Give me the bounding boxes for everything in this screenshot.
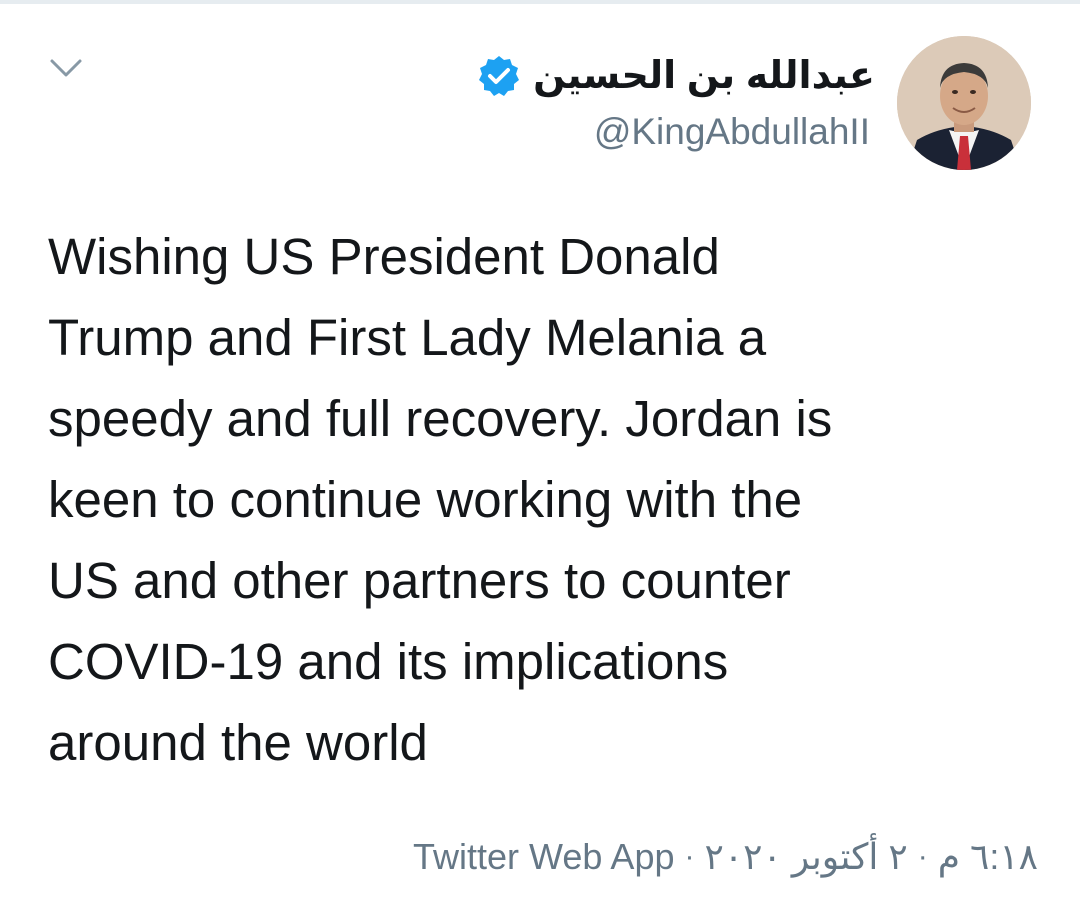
meta-separator-2: ·	[917, 840, 928, 873]
tweet-date[interactable]: ٢ أكتوبر ٢٠٢٠	[705, 832, 908, 882]
chevron-down-icon	[50, 59, 82, 77]
tweet-metadata: Twitter Web App · ٢ أكتوبر ٢٠٢٠ · ٦:١٨ م	[413, 832, 1038, 882]
meta-separator: ·	[684, 840, 695, 873]
author-name-row[interactable]: عبدالله بن الحسين	[477, 54, 875, 98]
avatar[interactable]	[897, 36, 1031, 170]
tweet-text: Wishing US President Donald Trump and Fi…	[48, 228, 833, 771]
tweet-source-link[interactable]: Twitter Web App	[413, 832, 674, 882]
author-handle[interactable]: @KingAbdullahII	[594, 110, 870, 154]
profile-photo	[897, 36, 1031, 170]
tweet-card: عبدالله بن الحسين @KingAbdullahII Wishin…	[0, 4, 1080, 921]
verified-badge-icon	[479, 56, 520, 96]
author-display-name: عبدالله بن الحسين	[533, 55, 875, 97]
tweet-time[interactable]: ٦:١٨ م	[938, 832, 1038, 882]
tweet-menu-button[interactable]	[46, 48, 86, 88]
